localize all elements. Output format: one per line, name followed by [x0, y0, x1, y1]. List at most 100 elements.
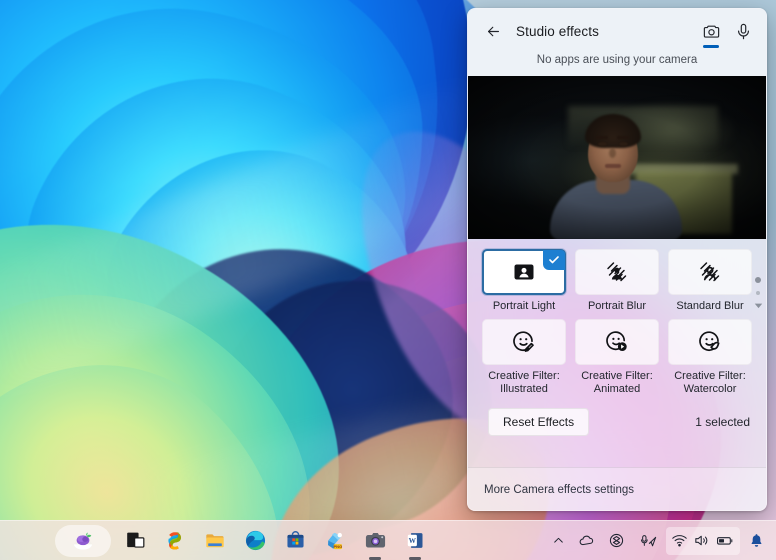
- taskbar-item-copilot[interactable]: [159, 525, 191, 557]
- tray-location[interactable]: [633, 527, 663, 555]
- flyout-header-row: Studio effects: [468, 9, 766, 53]
- effect-portrait-light[interactable]: Portrait Light: [482, 249, 566, 315]
- effect-label-line1: Creative Filter:: [488, 370, 560, 382]
- effect-label-line1: Creative Filter:: [674, 370, 746, 382]
- effect-label: Creative Filter: Animated: [581, 370, 653, 396]
- effect-thumb: [575, 249, 659, 295]
- effect-thumb: [482, 319, 566, 365]
- effect-filter-watercolor[interactable]: Creative Filter: Watercolor: [668, 319, 752, 398]
- taskbar-running-indicator: [369, 556, 381, 560]
- speaker-icon: [695, 535, 708, 546]
- effect-label-line1: Portrait Light: [492, 300, 556, 312]
- preview-vignette: [468, 76, 766, 239]
- effect-filter-animated[interactable]: Creative Filter: Animated: [575, 319, 659, 398]
- effect-label-line2: Watercolor: [683, 383, 737, 395]
- reset-effects-button[interactable]: Reset Effects: [488, 408, 590, 436]
- check-icon: [549, 256, 559, 264]
- taskbar-apps: PNG W: [55, 521, 431, 560]
- taskbar-item-camera[interactable]: [359, 525, 391, 560]
- scroll-down-button[interactable]: [754, 301, 763, 310]
- chevron-up-icon: [554, 537, 563, 543]
- effects-grid: Portrait Light Portrait Blur Standard Bl…: [482, 249, 752, 398]
- taskbar-item-start-button[interactable]: [55, 524, 111, 557]
- effect-label-line1: Standard Blur: [676, 300, 744, 312]
- studio-effects-flyout: Studio effects No apps are using your ca…: [467, 8, 767, 511]
- tray-show-hidden-icons[interactable]: [547, 527, 570, 555]
- camera-usage-status: No apps are using your camera: [536, 54, 698, 66]
- effect-label: Creative Filter: Illustrated: [488, 370, 560, 396]
- taskbar-item-photo-editor[interactable]: PNG: [319, 525, 351, 557]
- effects-grid-wrap: Portrait Light Portrait Blur Standard Bl…: [468, 249, 766, 398]
- effect-label: Standard Blur: [676, 300, 743, 313]
- store-icon: [286, 531, 304, 548]
- taskbar-item-file-explorer[interactable]: [199, 525, 231, 557]
- effect-label: Portrait Light: [493, 300, 555, 313]
- effect-thumb: [668, 319, 752, 365]
- filter-watercolor-icon: [699, 331, 720, 352]
- flyout-footer: More Camera effects settings: [468, 467, 766, 510]
- effects-scrollbar[interactable]: [753, 257, 763, 361]
- location-icon: [640, 534, 657, 546]
- bloom-start-icon: [74, 532, 92, 550]
- effect-standard-blur[interactable]: Standard Blur: [668, 249, 752, 315]
- effect-label-line2: Animated: [593, 383, 641, 395]
- selected-count-label: 1 selected: [695, 415, 750, 429]
- portrait-blur-icon: [607, 262, 627, 282]
- effect-thumb: [482, 249, 566, 295]
- effects-actions: Reset Effects 1 selected: [468, 398, 766, 448]
- effect-thumb: [575, 319, 659, 365]
- tray-quick-settings[interactable]: [666, 526, 740, 555]
- flyout-header: Studio effects No apps are using your ca…: [468, 9, 766, 76]
- taskbar-running-indicator: [409, 556, 421, 560]
- bell-icon: [751, 534, 762, 547]
- tab-active-underline: [703, 45, 719, 48]
- svg-text:W: W: [408, 536, 416, 545]
- folder-icon: [206, 533, 224, 547]
- taskbar-item-microsoft-store[interactable]: [279, 525, 311, 557]
- edge-icon: [245, 530, 265, 551]
- camera-icon: [703, 25, 719, 38]
- effects-body: Portrait Light Portrait Blur Standard Bl…: [468, 239, 766, 467]
- camera-app-icon: [365, 533, 385, 548]
- more-camera-effects-settings-link[interactable]: More Camera effects settings: [484, 484, 634, 496]
- taskbar: PNG W: [0, 520, 776, 560]
- page-title: Studio effects: [516, 23, 599, 39]
- effect-thumb: [668, 249, 752, 295]
- taskbar-item-word[interactable]: W: [399, 525, 431, 560]
- wifi-icon: [672, 535, 687, 547]
- effect-label: Portrait Blur: [588, 300, 646, 313]
- system-tray: [547, 521, 770, 560]
- tray-notifications[interactable]: [743, 527, 770, 555]
- tray-dropbox[interactable]: [603, 527, 630, 555]
- battery-icon: [717, 537, 733, 545]
- tray-onedrive[interactable]: [573, 527, 600, 555]
- taskbar-item-task-view[interactable]: [119, 525, 151, 557]
- task-view-icon: [126, 532, 144, 548]
- chevron-down-icon: [754, 303, 762, 309]
- portrait-light-icon: [514, 264, 534, 280]
- effect-filter-illustrated[interactable]: Creative Filter: Illustrated: [482, 319, 566, 398]
- word-icon: W: [407, 533, 422, 548]
- dropbox-icon: [609, 533, 624, 548]
- standard-blur-icon: [700, 262, 720, 282]
- copilot-icon: [168, 531, 181, 550]
- effect-label-line2: Illustrated: [500, 383, 548, 395]
- svg-text:PNG: PNG: [333, 543, 342, 548]
- back-arrow-icon: [487, 26, 499, 36]
- tab-camera[interactable]: [696, 16, 726, 48]
- scrollbar-dot: [756, 291, 760, 295]
- scrollbar-thumb[interactable]: [755, 277, 761, 283]
- effect-portrait-blur[interactable]: Portrait Blur: [575, 249, 659, 315]
- microphone-icon: [737, 23, 749, 39]
- back-button[interactable]: [480, 18, 506, 44]
- png-tool-icon: PNG: [328, 532, 342, 549]
- camera-preview: [468, 76, 766, 239]
- effect-selected-badge: [543, 250, 565, 270]
- filter-illustrated-icon: [513, 331, 534, 352]
- effect-label-line1: Creative Filter:: [581, 370, 653, 382]
- effect-label-line1: Portrait Blur: [587, 300, 647, 312]
- tab-microphone[interactable]: [728, 16, 758, 46]
- taskbar-item-microsoft-edge[interactable]: [239, 525, 271, 557]
- taskbar-left-spacer: [0, 521, 54, 560]
- effect-label: Creative Filter: Watercolor: [674, 370, 746, 396]
